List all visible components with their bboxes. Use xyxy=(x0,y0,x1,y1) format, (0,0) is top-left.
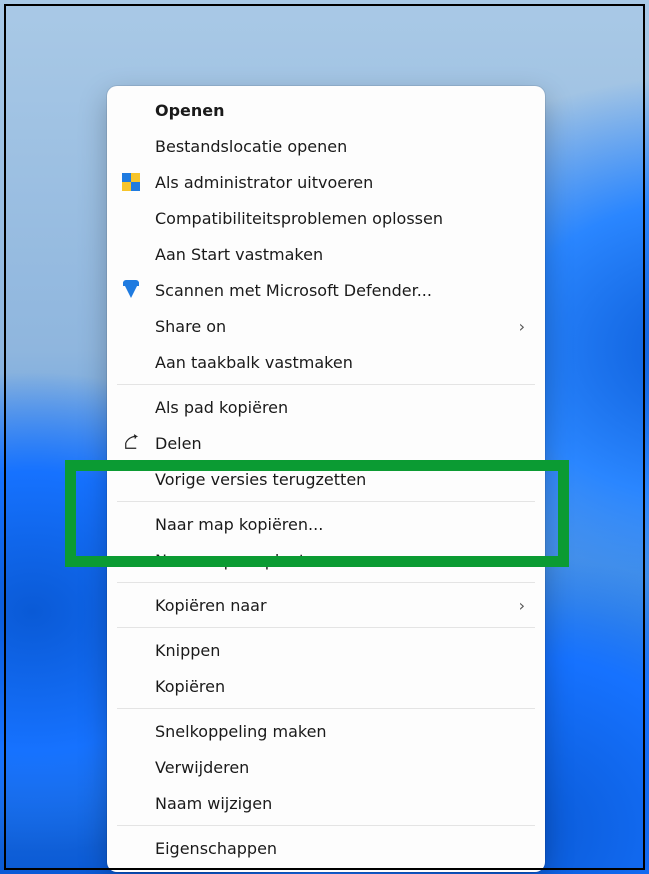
menu-separator xyxy=(117,627,535,628)
chevron-right-icon: › xyxy=(519,596,525,615)
defender-shield xyxy=(121,280,141,300)
menu-item-delete[interactable]: Verwijderen xyxy=(107,749,545,785)
icon-spacer xyxy=(121,469,141,489)
menu-item-copy-as-path[interactable]: Als pad kopiëren xyxy=(107,389,545,425)
menu-item-pin-to-start[interactable]: Aan Start vastmaken xyxy=(107,236,545,272)
menu-item-label: Vorige versies terugzetten xyxy=(155,470,525,489)
menu-item-label: Delen xyxy=(155,434,525,453)
menu-item-share[interactable]: Delen xyxy=(107,425,545,461)
icon-spacer xyxy=(121,550,141,570)
uac-shield xyxy=(121,172,141,192)
menu-separator xyxy=(117,384,535,385)
icon-spacer xyxy=(121,244,141,264)
icon-spacer xyxy=(121,721,141,741)
menu-item-label: Naam wijzigen xyxy=(155,794,525,813)
icon-spacer xyxy=(121,514,141,534)
menu-item-label: Als administrator uitvoeren xyxy=(155,173,525,192)
icon-spacer xyxy=(121,316,141,336)
menu-item-open[interactable]: Openen xyxy=(107,92,545,128)
menu-item-restore-previous[interactable]: Vorige versies terugzetten xyxy=(107,461,545,497)
menu-item-label: Eigenschappen xyxy=(155,839,525,858)
menu-item-move-to-folder[interactable]: Naar map verplaatsen... xyxy=(107,542,545,578)
menu-item-troubleshoot-compat[interactable]: Compatibiliteitsproblemen oplossen xyxy=(107,200,545,236)
menu-item-rename[interactable]: Naam wijzigen xyxy=(107,785,545,821)
menu-item-create-shortcut[interactable]: Snelkoppeling maken xyxy=(107,713,545,749)
menu-item-label: Scannen met Microsoft Defender... xyxy=(155,281,525,300)
menu-item-label: Als pad kopiëren xyxy=(155,398,525,417)
icon-spacer xyxy=(121,793,141,813)
menu-item-pin-to-taskbar[interactable]: Aan taakbalk vastmaken xyxy=(107,344,545,380)
share-icon xyxy=(121,433,141,453)
menu-item-copy-to[interactable]: Kopiëren naar › xyxy=(107,587,545,623)
menu-item-label: Aan Start vastmaken xyxy=(155,245,525,264)
menu-separator xyxy=(117,708,535,709)
menu-item-label: Compatibiliteitsproblemen oplossen xyxy=(155,209,525,228)
icon-spacer xyxy=(121,757,141,777)
menu-separator xyxy=(117,825,535,826)
menu-item-copy-to-folder[interactable]: Naar map kopiëren... xyxy=(107,506,545,542)
menu-item-label: Bestandslocatie openen xyxy=(155,137,525,156)
context-menu: Openen Bestandslocatie openen Als administ… xyxy=(107,86,545,872)
icon-spacer xyxy=(121,208,141,228)
menu-item-copy[interactable]: Kopiëren xyxy=(107,668,545,704)
icon-spacer xyxy=(121,352,141,372)
icon-spacer xyxy=(121,640,141,660)
icon-spacer xyxy=(121,838,141,858)
menu-item-cut[interactable]: Knippen xyxy=(107,632,545,668)
menu-separator xyxy=(117,582,535,583)
menu-item-scan-defender[interactable]: Scannen met Microsoft Defender... xyxy=(107,272,545,308)
menu-item-open-file-location[interactable]: Bestandslocatie openen xyxy=(107,128,545,164)
icon-spacer xyxy=(121,397,141,417)
menu-item-label: Openen xyxy=(155,101,525,120)
icon-spacer xyxy=(121,676,141,696)
menu-item-label: Share on xyxy=(155,317,505,336)
menu-item-label: Knippen xyxy=(155,641,525,660)
menu-item-label: Kopiëren naar xyxy=(155,596,505,615)
icon-spacer xyxy=(121,595,141,615)
chevron-right-icon: › xyxy=(519,317,525,336)
icon-spacer xyxy=(121,100,141,120)
menu-item-share-on[interactable]: Share on › xyxy=(107,308,545,344)
menu-item-properties[interactable]: Eigenschappen xyxy=(107,830,545,866)
menu-item-label: Kopiëren xyxy=(155,677,525,696)
menu-item-run-as-admin[interactable]: Als administrator uitvoeren xyxy=(107,164,545,200)
menu-separator xyxy=(117,501,535,502)
menu-item-label: Naar map kopiëren... xyxy=(155,515,525,534)
icon-spacer xyxy=(121,136,141,156)
menu-item-label: Aan taakbalk vastmaken xyxy=(155,353,525,372)
menu-item-label: Naar map verplaatsen... xyxy=(155,551,525,570)
menu-item-label: Verwijderen xyxy=(155,758,525,777)
menu-item-label: Snelkoppeling maken xyxy=(155,722,525,741)
